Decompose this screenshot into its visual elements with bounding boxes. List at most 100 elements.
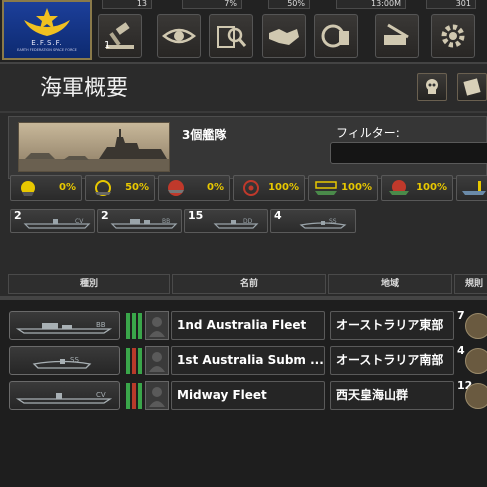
category-value: 50% (125, 182, 149, 193)
diplomacy-button[interactable] (262, 14, 306, 58)
admiral-portrait[interactable] (145, 311, 169, 340)
anchor-icon[interactable] (465, 348, 487, 374)
submarine-icon: SS (32, 356, 92, 369)
ship-type-count: 4 (274, 209, 282, 222)
submarine-icon: SS (299, 218, 347, 229)
category-value: 100% (416, 182, 447, 193)
category-button[interactable]: 100% (308, 175, 378, 201)
fleet-ship-code: BB (96, 321, 106, 329)
category-button[interactable]: 0% (10, 175, 82, 201)
category-value: 0% (59, 182, 76, 193)
battleship-icon: BB (16, 321, 113, 334)
stat-value[interactable]: 50% (268, 0, 310, 9)
settings-button[interactable] (431, 14, 475, 58)
fleet-illustration (18, 122, 170, 172)
carrier-icon: CV (16, 391, 113, 404)
ship-type-bb-button[interactable]: 2 BB (97, 209, 182, 233)
fleet-name[interactable]: Midway Fleet (171, 381, 325, 410)
anchor-icon[interactable] (465, 383, 487, 409)
top-bar: E.F.S.F. EARTH FEDERATION SPACE FORCE 13… (0, 0, 487, 62)
fleet-row[interactable]: CV Midway Fleet 西天皇海山群 12 (0, 379, 487, 411)
category-button[interactable]: 50% (85, 175, 155, 201)
filter-input[interactable] (330, 142, 487, 164)
ship-type-count: 2 (14, 209, 22, 222)
fleet-row[interactable]: SS 1st Australia Subm ... オーストラリア南部 4 (0, 344, 487, 376)
fleet-ship-count: 4 (457, 344, 465, 357)
politics-button[interactable] (98, 14, 142, 58)
anchor-icon[interactable] (465, 313, 487, 339)
country-flag[interactable]: E.F.S.F. EARTH FEDERATION SPACE FORCE (2, 0, 92, 60)
filter-label: フィルター: (336, 126, 400, 140)
person-silhouette-icon (149, 352, 165, 372)
readiness-bars (126, 383, 142, 409)
fleet-ship-type: CV (9, 381, 120, 410)
flag-subtitle: EARTH FEDERATION SPACE FORCE (17, 48, 77, 52)
page-title: 海軍概要 (40, 76, 129, 101)
patrol-icon (389, 180, 409, 195)
fleet-region[interactable]: オーストラリア東部 (330, 311, 454, 340)
fleet-region[interactable]: 西天皇海山群 (330, 381, 454, 410)
readiness-bars (126, 313, 142, 339)
scrap-button[interactable] (417, 73, 447, 101)
column-header-name[interactable]: 名前 (172, 274, 326, 294)
research-button[interactable] (209, 14, 253, 58)
ship-type-code: CV (75, 218, 84, 225)
stat-value[interactable]: 13 (102, 0, 152, 9)
admiral-portrait[interactable] (145, 346, 169, 375)
category-value: 0% (207, 182, 224, 193)
category-button[interactable]: 100% (233, 175, 305, 201)
category-value: 100% (268, 182, 299, 193)
fleet-ship-code: CV (96, 391, 106, 399)
handshake-icon (269, 29, 299, 45)
ship-type-code: DD (243, 218, 253, 225)
logistics-button[interactable] (375, 14, 419, 58)
readiness-bars (126, 348, 142, 374)
production-icon (321, 24, 349, 48)
category-value: 100% (341, 182, 372, 193)
fleet-row[interactable]: BB 1nd Australia Fleet オーストラリア東部 7 (0, 309, 487, 341)
fleet-ship-count: 7 (457, 309, 465, 322)
stat-value[interactable]: 7% (182, 0, 242, 9)
fleet-name[interactable]: 1nd Australia Fleet (171, 311, 325, 340)
ship-type-code: SS (329, 218, 337, 225)
category-button[interactable]: 0% (158, 175, 230, 201)
eye-icon (162, 28, 196, 44)
carrier-icon: CV (23, 218, 91, 229)
fleet-ship-code: SS (70, 356, 79, 364)
ship-type-dd-button[interactable]: 15 DD (184, 209, 268, 233)
fleet-name[interactable]: 1st Australia Subm ... (171, 346, 325, 375)
ship-type-ss-button[interactable]: 4 SS (270, 209, 356, 233)
fleet-count: 3個艦隊 (182, 128, 227, 142)
divider (0, 111, 487, 113)
flag-name: E.F.S.F. (31, 39, 63, 47)
target-icon (243, 180, 259, 196)
ship-type-count: 2 (101, 209, 109, 222)
column-header-rules[interactable]: 規則 (454, 274, 487, 294)
column-header-region[interactable]: 地域 (328, 274, 452, 294)
destroyer-icon: DD (213, 218, 259, 229)
fleet-ship-type: SS (9, 346, 120, 375)
submarine-hunt-icon (462, 181, 486, 195)
naval-overview-panel: 海軍概要 3個艦隊 フィルター: 0% 50% 0% 100% 100% 100… (0, 62, 487, 487)
fleet-region[interactable]: オーストラリア南部 (330, 346, 454, 375)
log-button[interactable] (457, 73, 487, 101)
ship-type-code: BB (162, 218, 170, 225)
scroll-icon (463, 78, 481, 96)
category-button[interactable]: 100% (381, 175, 453, 201)
skull-icon (426, 79, 438, 94)
intelligence-button[interactable] (157, 14, 201, 58)
naval-supremacy-icon (21, 181, 35, 196)
stat-value[interactable]: 301 (426, 0, 476, 9)
settings-icon (441, 24, 465, 48)
convoy-icon (315, 181, 337, 195)
stats-bar: 13 7% 50% 13:00M 301 (96, 0, 487, 10)
stat-value[interactable]: 13:00M (336, 0, 406, 9)
person-silhouette-icon (149, 387, 165, 407)
column-header-type[interactable]: 種別 (8, 274, 170, 294)
admiral-portrait[interactable] (145, 381, 169, 410)
category-button[interactable] (456, 175, 487, 201)
supply-icon (95, 180, 111, 196)
production-button[interactable] (314, 14, 358, 58)
fleet-list: BB 1nd Australia Fleet オーストラリア東部 7 SS 1s… (0, 300, 487, 487)
ship-type-cv-button[interactable]: 2 CV (10, 209, 95, 233)
